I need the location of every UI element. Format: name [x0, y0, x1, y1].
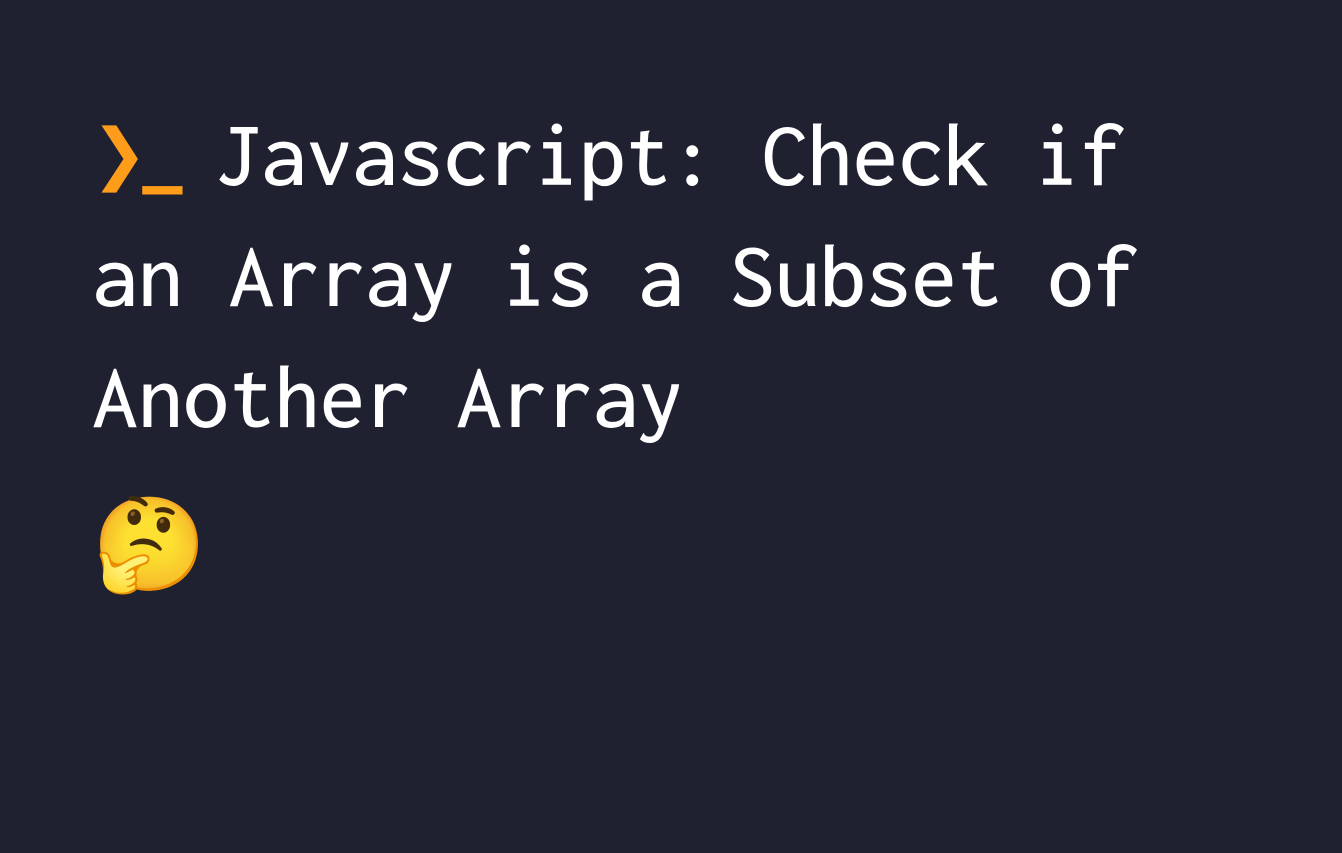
thinking-emoji: 🤔 — [92, 500, 1252, 592]
article-card: ❯_Javascript: Check if an Array is a Sub… — [0, 0, 1342, 592]
article-title: ❯_Javascript: Check if an Array is a Sub… — [92, 95, 1252, 458]
prompt-icon: ❯_ — [92, 95, 177, 216]
title-text: Javascript: Check if an Array is a Subse… — [92, 107, 1139, 445]
